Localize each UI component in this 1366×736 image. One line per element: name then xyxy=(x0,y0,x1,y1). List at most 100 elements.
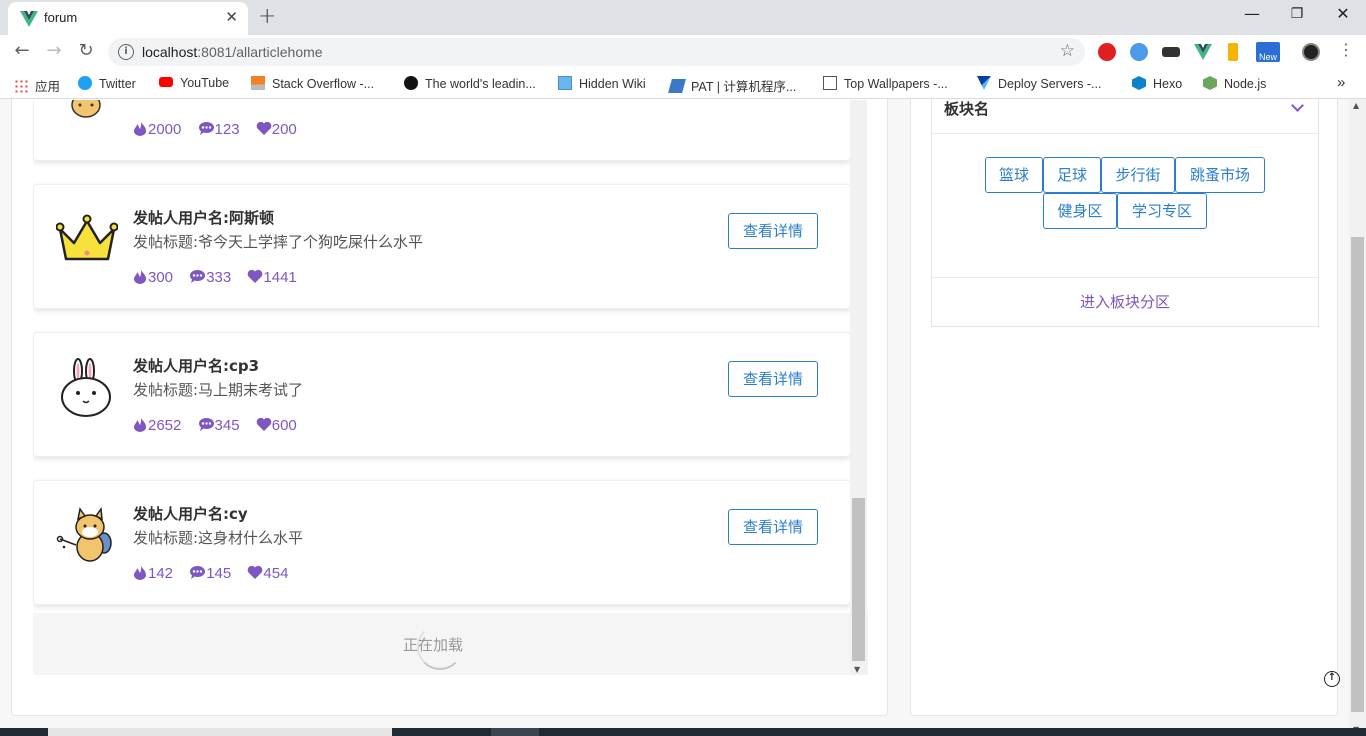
post-title: 发帖标题:这身材什么水平 xyxy=(133,529,304,547)
comment-icon xyxy=(198,122,214,135)
hexo-icon xyxy=(1132,76,1146,90)
view-details-button[interactable]: 查看详情 xyxy=(728,213,818,249)
new-tab-icon[interactable]: + xyxy=(258,4,276,29)
adblock-extension-icon[interactable] xyxy=(1098,43,1116,61)
board-tag[interactable]: 跳蚤市场 xyxy=(1175,157,1265,193)
board-card: 板块名 篮球 足球 步行街 跳蚤市场 健身区 学习专区 进入板块分区 xyxy=(931,99,1319,327)
bookmark-pat[interactable]: PAT | 计算机程序... xyxy=(668,76,796,95)
bookmark-youtube[interactable]: YouTube xyxy=(159,76,229,90)
board-tag[interactable]: 学习专区 xyxy=(1117,193,1207,229)
github-icon xyxy=(404,76,418,90)
page-content: 查看详情 2000 123 200 发帖人用户名:阿斯顿 发帖标题:爷今天上学摔… xyxy=(0,99,1366,736)
bookmark-nodejs[interactable]: Node.js xyxy=(1203,76,1266,91)
likes-stat: 600 xyxy=(256,417,297,434)
bookmark-github[interactable]: The world's leadin... xyxy=(404,76,536,91)
tab-strip: forum ✕ + — ❐ ✕ xyxy=(0,0,1366,35)
address-bar[interactable]: i localhost:8081/allarticlehome ☆ xyxy=(108,38,1085,66)
info-icon[interactable]: i xyxy=(118,44,134,60)
board-name: 板块名 xyxy=(944,100,990,118)
menu-icon[interactable]: ⋮ xyxy=(1334,40,1358,59)
page-scrollbar-thumb[interactable] xyxy=(1351,237,1364,712)
comments-stat: 333 xyxy=(189,269,231,286)
views-stat: 300 xyxy=(133,268,173,286)
comments-stat: 345 xyxy=(198,417,240,434)
close-tab-icon[interactable]: ✕ xyxy=(225,8,238,26)
dog-icon xyxy=(71,100,101,118)
more-bookmarks-icon[interactable]: » xyxy=(1337,74,1345,91)
youtube-icon xyxy=(159,77,173,87)
translate-extension-icon[interactable] xyxy=(1130,43,1148,61)
post-stats: 142 145 454 xyxy=(133,564,300,582)
comment-icon xyxy=(190,566,206,579)
board-tag[interactable]: 健身区 xyxy=(1043,193,1117,229)
forward-icon[interactable]: → xyxy=(42,40,66,61)
article-card: 发帖人用户名:阿斯顿 发帖标题:爷今天上学摔了个狗吃屎什么水平 300 333 … xyxy=(33,184,851,309)
close-window-icon[interactable]: ✕ xyxy=(1328,4,1358,23)
scroll-up-arrow-icon[interactable]: ▲ xyxy=(1353,101,1359,110)
back-to-top-icon[interactable]: ↑ xyxy=(1324,671,1340,687)
vue-devtools-icon[interactable] xyxy=(1194,43,1212,61)
browser-tab[interactable]: forum ✕ xyxy=(8,2,248,35)
article-card: 发帖人用户名:cy 发帖标题:这身材什么水平 142 145 454 查看详情 xyxy=(33,480,851,605)
loading-indicator: 正在加载 xyxy=(33,613,868,675)
views-stat: 2652 xyxy=(133,416,181,434)
bookmark-twitter[interactable]: Twitter xyxy=(78,76,136,91)
comments-stat: 123 xyxy=(198,121,240,138)
url-text[interactable]: localhost:8081/allarticlehome xyxy=(142,44,323,60)
fire-icon xyxy=(134,120,146,136)
comment-icon xyxy=(190,270,206,283)
post-title: 发帖标题:马上期末考试了 xyxy=(133,381,304,399)
comments-stat: 145 xyxy=(189,565,231,582)
bookmarks-bar: 应用 Twitter YouTube Stack Overflow -... T… xyxy=(0,69,1366,99)
scroll-down-arrow-icon[interactable]: ▼ xyxy=(854,665,860,674)
post-title: 发帖标题:爷今天上学摔了个狗吃屎什么水平 xyxy=(133,233,424,251)
bookmark-star-icon[interactable]: ☆ xyxy=(1060,41,1075,61)
views-stat: 142 xyxy=(133,564,173,582)
article-list-scrollbar-thumb[interactable] xyxy=(852,498,865,661)
bookmark-hidden-wiki[interactable]: Hidden Wiki xyxy=(558,76,646,91)
fire-icon xyxy=(134,416,146,432)
article-list-scrollbar[interactable]: ▼ xyxy=(850,100,867,675)
heart-icon xyxy=(248,565,263,579)
chevron-down-icon[interactable] xyxy=(1291,99,1304,112)
post-stats: 2652 345 600 xyxy=(133,416,309,434)
page-icon xyxy=(558,76,572,90)
board-sidebar: 板块名 篮球 足球 步行街 跳蚤市场 健身区 学习专区 进入板块分区 xyxy=(910,99,1338,716)
apps-icon xyxy=(14,79,28,93)
tab-title: forum xyxy=(44,10,78,25)
taskbar-app[interactable] xyxy=(491,728,539,736)
view-details-button[interactable]: 查看详情 xyxy=(728,509,818,545)
new-badge-extension-icon[interactable]: New xyxy=(1256,42,1280,62)
crown-icon xyxy=(56,214,118,261)
bookmark-stackoverflow[interactable]: Stack Overflow -... xyxy=(251,76,374,91)
board-tag[interactable]: 步行街 xyxy=(1101,157,1175,193)
enter-board-link[interactable]: 进入板块分区 xyxy=(932,277,1318,326)
stackoverflow-icon xyxy=(251,76,265,90)
heart-icon xyxy=(256,417,272,431)
post-author: 发帖人用户名:阿斯顿 xyxy=(133,209,274,227)
minimize-icon[interactable]: — xyxy=(1237,4,1267,23)
board-tag[interactable]: 篮球 xyxy=(985,157,1043,193)
profile-avatar-icon[interactable] xyxy=(1302,43,1320,61)
bookmark-hexo[interactable]: Hexo xyxy=(1132,76,1182,91)
download-extension-icon[interactable] xyxy=(1228,43,1238,61)
page-scrollbar[interactable]: ▲ ▼ xyxy=(1349,99,1366,736)
bookmark-wallpapers[interactable]: Top Wallpapers -... xyxy=(823,76,948,91)
loading-text: 正在加载 xyxy=(403,636,464,654)
reload-icon[interactable]: ↻ xyxy=(74,40,98,61)
mask-extension-icon[interactable] xyxy=(1162,47,1180,57)
views-stat: 2000 xyxy=(133,120,181,138)
board-header[interactable]: 板块名 xyxy=(932,99,1318,134)
article-scroll-area[interactable]: 查看详情 2000 123 200 发帖人用户名:阿斯顿 发帖标题:爷今天上学摔… xyxy=(33,100,868,675)
fire-icon xyxy=(134,564,146,580)
restore-icon[interactable]: ❐ xyxy=(1282,6,1312,22)
pat-icon xyxy=(668,79,686,93)
view-details-button[interactable]: 查看详情 xyxy=(728,361,818,397)
back-icon[interactable]: ← xyxy=(10,40,34,61)
board-tag[interactable]: 足球 xyxy=(1043,157,1101,193)
nodejs-icon xyxy=(1203,76,1217,90)
post-author: 发帖人用户名:cp3 xyxy=(133,357,260,375)
bookmark-apps[interactable]: 应用 xyxy=(14,76,60,95)
taskbar-search[interactable] xyxy=(48,728,392,736)
bookmark-vultr[interactable]: Deploy Servers -... xyxy=(977,76,1102,91)
